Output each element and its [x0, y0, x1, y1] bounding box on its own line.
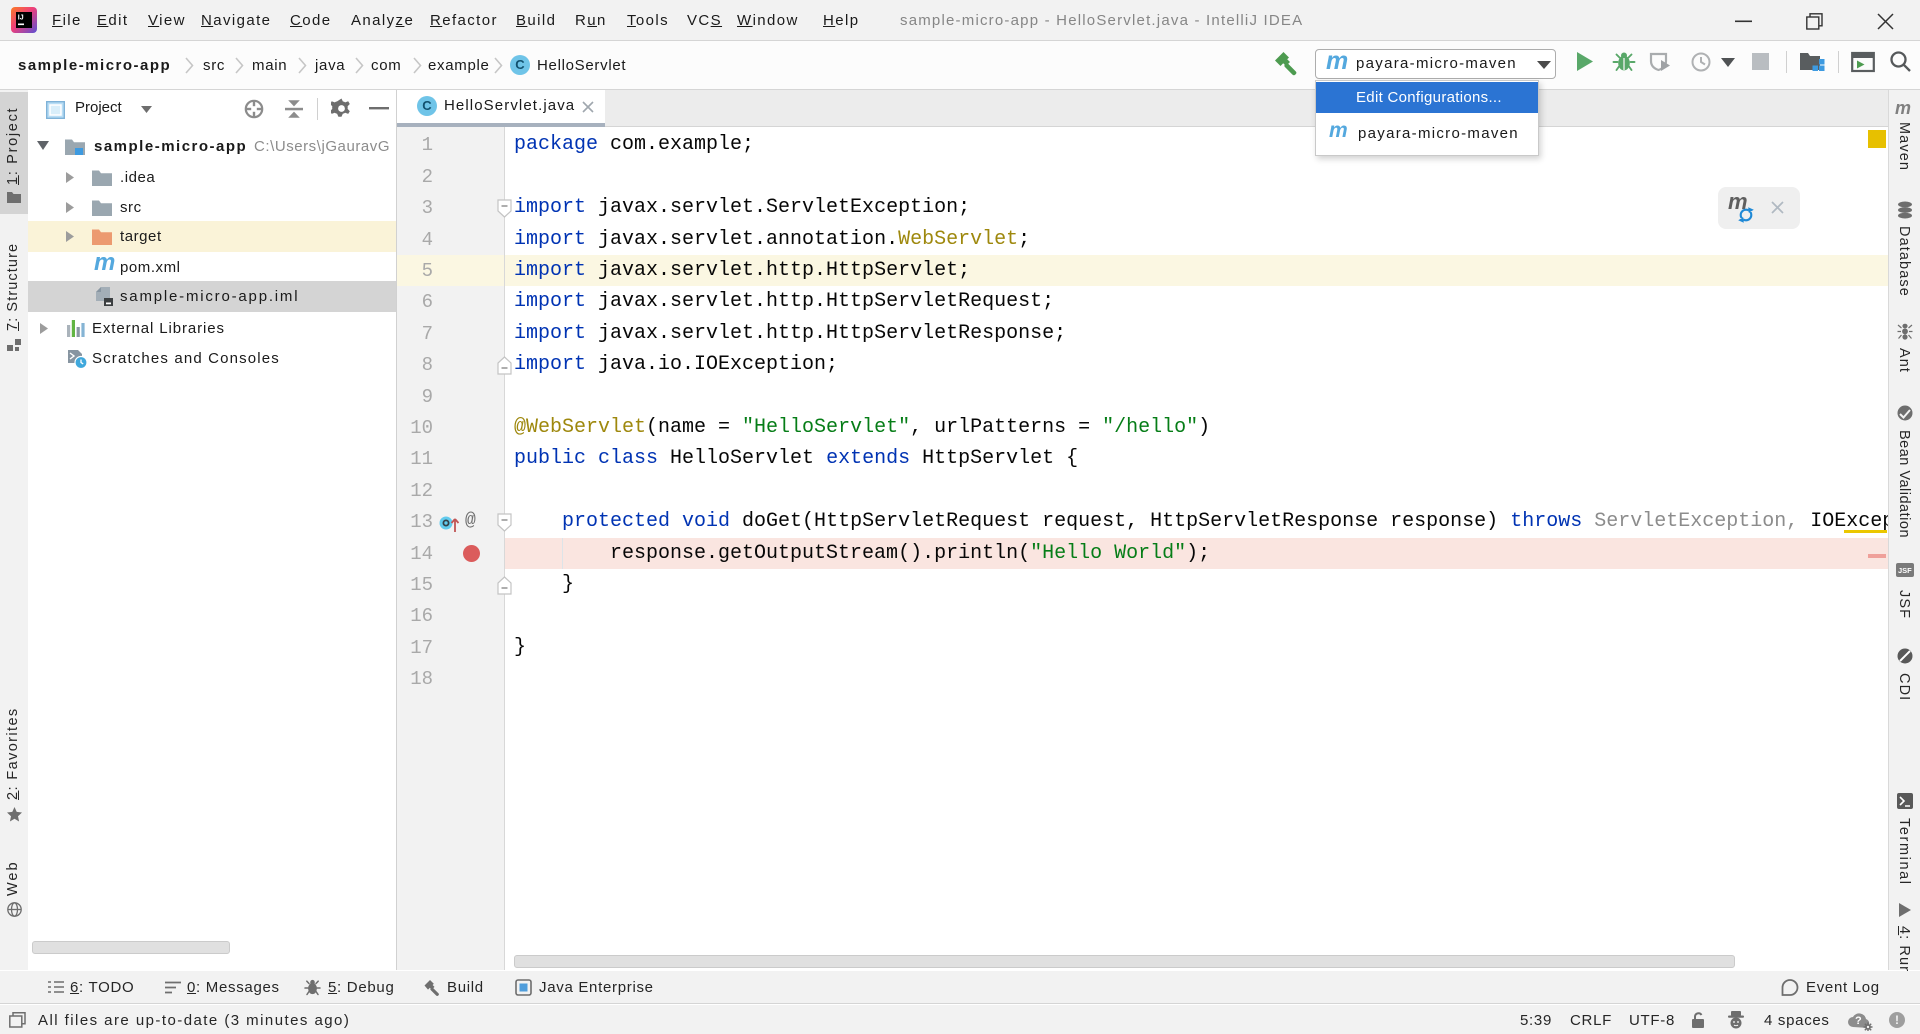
svg-text:?: ?: [1855, 1015, 1862, 1027]
svg-text:JSF: JSF: [1898, 566, 1912, 575]
svg-text:IJ: IJ: [18, 15, 24, 22]
